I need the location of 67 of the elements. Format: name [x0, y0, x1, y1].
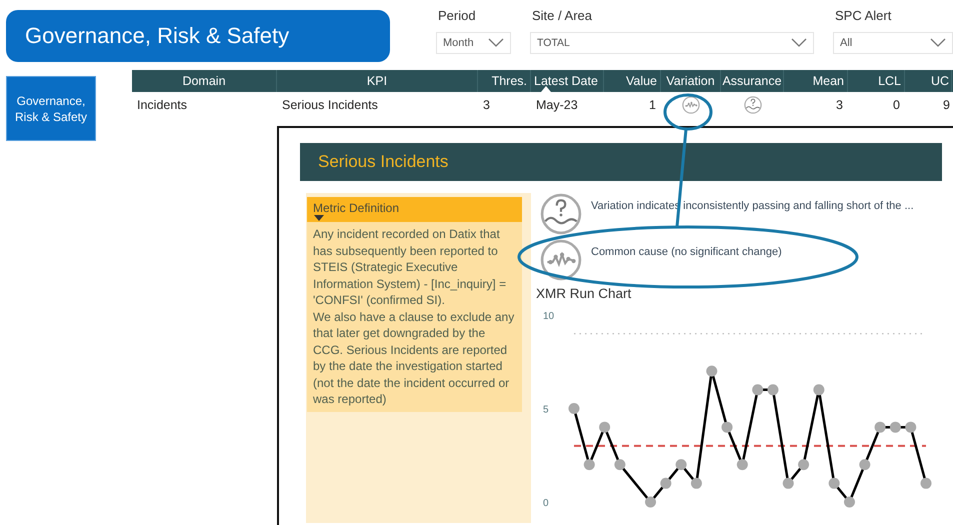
data-point	[676, 459, 687, 470]
table-cell: 9	[943, 98, 950, 112]
dropdown[interactable]: All	[833, 32, 953, 54]
variation-icon	[540, 239, 582, 281]
definition-heading: Metric Definition	[313, 201, 400, 215]
column-header[interactable]: UC	[930, 74, 949, 88]
tick-label: 0	[543, 498, 549, 509]
chevron-down-icon	[930, 38, 946, 48]
data-point	[660, 478, 672, 489]
chevron-down-icon	[791, 38, 807, 48]
assurance-icon	[744, 96, 762, 114]
data-point	[920, 478, 932, 489]
chart-title: XMR Run Chart	[536, 286, 632, 303]
column-header[interactable]: Latest Date	[534, 74, 598, 88]
column-header[interactable]: LCL	[878, 74, 901, 88]
data-point	[722, 422, 733, 433]
data-point	[767, 384, 778, 396]
tick-label: 5	[543, 404, 549, 416]
definition-header[interactable]: Metric Definition	[307, 197, 522, 222]
column-header[interactable]: Domain	[182, 74, 226, 88]
column-header[interactable]: KPI	[366, 74, 388, 88]
table-cell: 0	[893, 98, 900, 112]
data-point	[645, 496, 656, 508]
column-header[interactable]: Assurance	[722, 74, 782, 88]
table-cell: 3	[483, 98, 490, 112]
table-cell: 1	[649, 98, 656, 112]
nav-button[interactable]: Governance, Risk & Safety	[6, 76, 96, 141]
data-point	[905, 422, 916, 433]
dropdown[interactable]: Month	[436, 32, 511, 54]
table-cell: May-23	[536, 98, 578, 112]
table-cell: 3	[836, 98, 843, 112]
filter-label: SPC Alert	[834, 8, 892, 25]
data-point	[859, 459, 870, 470]
data-point	[736, 459, 748, 470]
legend-text: Common cause (no significant change)	[591, 246, 782, 258]
assurance-icon	[540, 193, 582, 235]
dropdown[interactable]: TOTAL	[530, 32, 814, 54]
data-point	[599, 422, 610, 433]
filter-label: Period	[437, 8, 477, 25]
data-point	[798, 459, 810, 470]
page-title: Governance, Risk & Safety	[6, 10, 390, 62]
definition-text: Any incident recorded on Datix that has subsequently been reported to STEIS (Strategic Executive Information System) - [Inc_inquiry] = 'CONFSI' (confirmed SI).	[312, 226, 508, 308]
data-point	[844, 496, 855, 508]
data-point	[874, 422, 886, 433]
definition-text: We also have a clause to exclude any that later get downgraded by the CCG. Serious Incidents are reported by the date the investigation started (not the date the incident occurred or was reported)	[312, 308, 516, 408]
filter-label: Site / Area	[531, 8, 593, 25]
data-point	[690, 478, 702, 489]
dropdown-arrow-icon	[314, 215, 324, 221]
data-point	[828, 478, 840, 489]
data-point	[752, 384, 764, 396]
data-point	[568, 403, 580, 414]
data-point	[890, 422, 901, 433]
data-point	[813, 384, 824, 396]
table-cell: Serious Incidents	[282, 98, 378, 112]
chevron-down-icon	[488, 38, 504, 48]
popup-title: Serious Incidents	[300, 143, 942, 181]
tick-label: 10	[543, 311, 554, 322]
column-header[interactable]: Mean	[812, 74, 844, 88]
data-point	[614, 459, 626, 470]
column-header[interactable]: Variation	[666, 74, 715, 88]
data-point	[584, 459, 595, 470]
data-point	[782, 478, 794, 489]
table-cell: Incidents	[137, 98, 188, 112]
variation-icon	[682, 96, 700, 114]
column-header[interactable]: Thres.	[492, 74, 527, 88]
column-header[interactable]: Value	[626, 74, 657, 88]
data-point	[706, 366, 718, 377]
